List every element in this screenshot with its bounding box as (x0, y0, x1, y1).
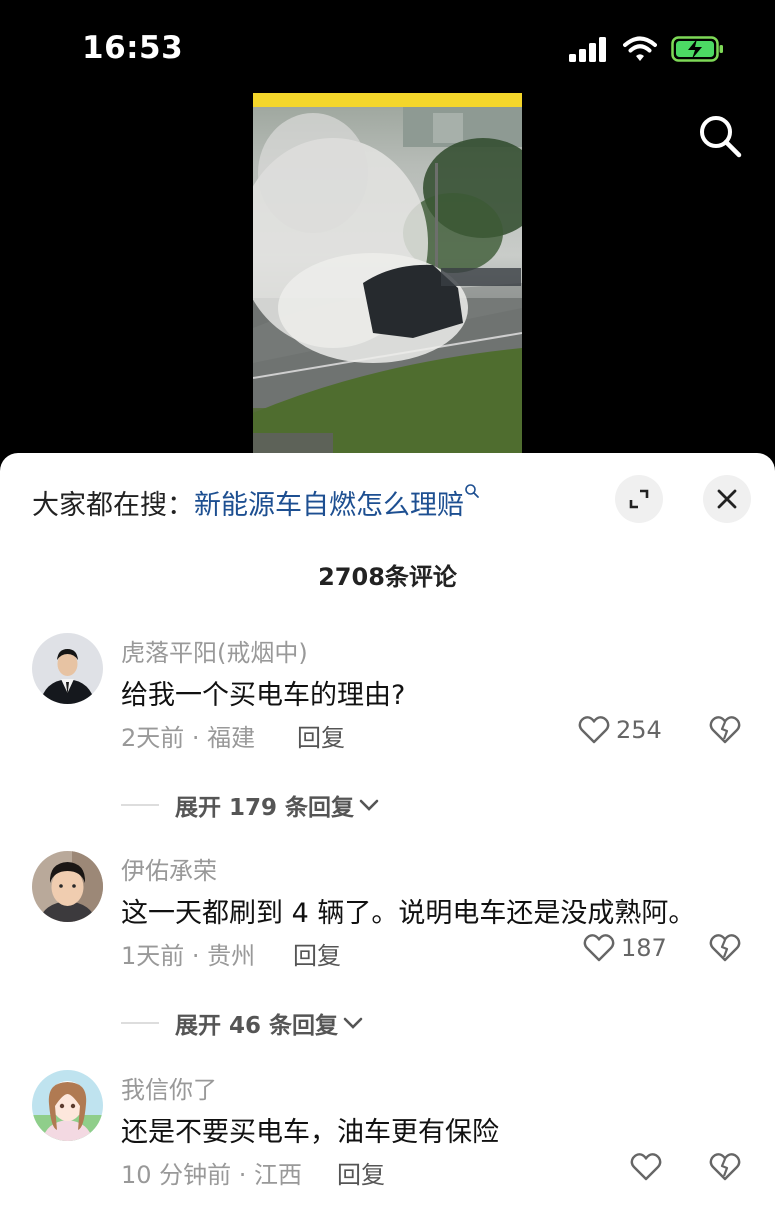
divider (121, 804, 159, 806)
video-player[interactable] (253, 93, 522, 455)
avatar[interactable] (32, 1070, 103, 1141)
reply-button[interactable]: 回复 (337, 1155, 385, 1190)
comment-meta: 1天前 · 贵州 (121, 942, 256, 970)
comment-meta: 10 分钟前 · 江西 (121, 1161, 303, 1189)
comment-text: 还是不要买电车，油车更有保险 (121, 1117, 499, 1148)
close-icon (717, 489, 737, 509)
comments-sheet: 大家都在搜：新能源车自燃怎么理赔 2708条评论 虎落平阳(戒烟中) 给我一个买… (0, 453, 775, 1213)
expand-replies-label: 展开 179 条回复 (175, 795, 355, 821)
status-time: 16:53 (82, 30, 184, 66)
expand-icon (629, 489, 649, 509)
heart-icon (578, 716, 610, 744)
expand-replies-button[interactable]: 展开 179 条回复 (121, 788, 380, 822)
like-button[interactable] (630, 1152, 662, 1182)
video-frame-scene (253, 107, 522, 455)
comment-author[interactable]: 伊佑承荣 (121, 851, 217, 886)
comment-meta: 2天前 · 福建 (121, 724, 256, 752)
search-icon[interactable] (697, 113, 743, 159)
signal-icon (569, 37, 606, 62)
reply-button[interactable]: 回复 (293, 936, 341, 971)
expand-replies-button[interactable]: 展开 46 条回复 (121, 1006, 364, 1040)
search-suggestion-keyword[interactable]: 新能源车自燃怎么理赔 (194, 490, 464, 521)
comment-text: 这一天都刷到 4 辆了。说明电车还是没成熟阿。 (121, 898, 696, 929)
close-button[interactable] (703, 475, 751, 523)
chevron-down-icon (343, 1017, 363, 1029)
reply-button[interactable]: 回复 (297, 718, 345, 753)
comment-count: 2708条评论 (318, 563, 457, 591)
avatar[interactable] (32, 851, 103, 922)
heart-icon (630, 1153, 662, 1181)
status-icons (569, 36, 725, 62)
comment-author[interactable]: 虎落平阳(戒烟中) (121, 633, 308, 668)
wifi-icon (623, 36, 657, 61)
comment-text: 给我一个买电车的理由? (121, 680, 406, 711)
battery-charging-icon (671, 36, 723, 62)
like-count: 187 (621, 934, 667, 962)
search-suggestion[interactable]: 大家都在搜：新能源车自燃怎么理赔 (32, 483, 480, 522)
phone-screen: 16:53 大家都在搜：新能源车自燃怎么理赔 2708条评论 虎落平阳(戒烟中)… (0, 0, 775, 1213)
like-button[interactable]: 254 (578, 715, 662, 745)
expand-sheet-button[interactable] (615, 475, 663, 523)
avatar[interactable] (32, 633, 103, 704)
search-suggestion-prefix: 大家都在搜： (32, 490, 194, 521)
chevron-down-icon (359, 799, 379, 811)
like-count: 254 (616, 716, 662, 744)
divider (121, 1022, 159, 1024)
heart-icon (583, 934, 615, 962)
broken-heart-icon[interactable] (708, 933, 742, 963)
broken-heart-icon[interactable] (708, 1152, 742, 1182)
like-button[interactable]: 187 (583, 933, 667, 963)
broken-heart-icon[interactable] (708, 715, 742, 745)
expand-replies-label: 展开 46 条回复 (175, 1013, 339, 1039)
small-search-icon (464, 484, 480, 503)
comment-author[interactable]: 我信你了 (121, 1070, 217, 1105)
